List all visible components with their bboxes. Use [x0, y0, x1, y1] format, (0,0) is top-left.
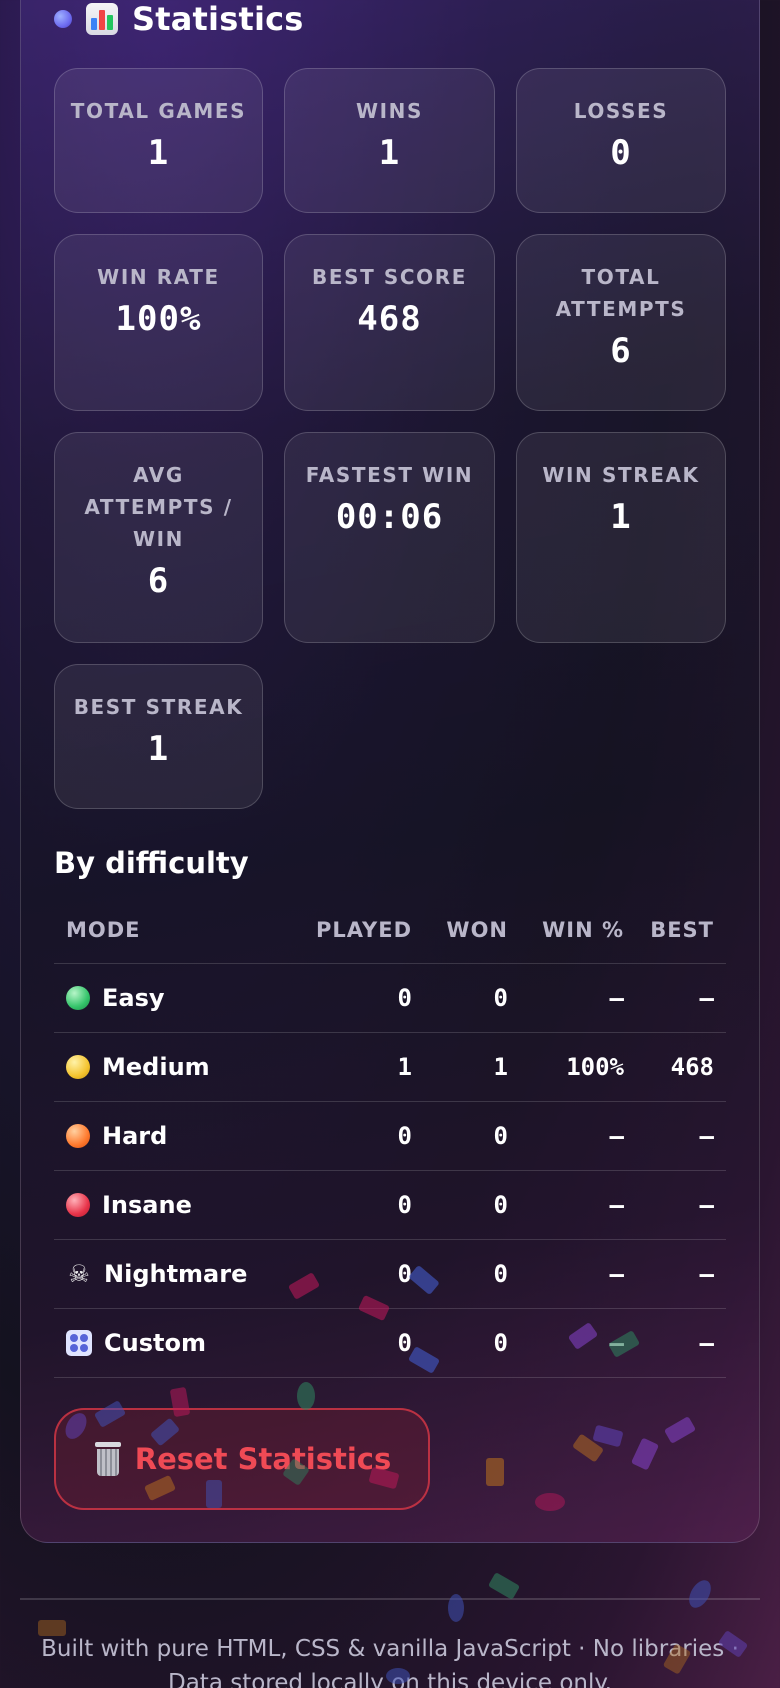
- statistics-header: Statistics: [54, 0, 304, 38]
- mode-cell: Medium: [54, 1053, 294, 1081]
- green-dot-icon: [66, 986, 90, 1010]
- table-row: Insane 0 0 — —: [54, 1171, 726, 1240]
- mode-cell: Easy: [54, 984, 294, 1012]
- stat-value: 6: [147, 561, 170, 601]
- win-rate-cell: —: [609, 1122, 624, 1150]
- column-header-mode: MODE: [66, 917, 141, 942]
- mode-cell: Hard: [54, 1122, 294, 1150]
- stat-label: BEST STREAK: [73, 695, 244, 719]
- stat-card-total-attempts: TOTAL ATTEMPTS 6: [516, 234, 726, 411]
- stat-label: WIN STREAK: [542, 463, 700, 487]
- won-cell: 0: [493, 1122, 508, 1150]
- orange-dot-icon: [66, 1124, 90, 1148]
- stat-value: 1: [610, 497, 632, 537]
- column-header-won: WON: [446, 917, 508, 942]
- win-rate-cell: —: [609, 1191, 624, 1219]
- stat-card-fastest-win: FASTEST WIN 00:06: [284, 432, 495, 643]
- table-row: ☠ Nightmare 0 0 — —: [54, 1240, 726, 1309]
- stat-label: TOTAL GAMES: [70, 99, 247, 123]
- footer-line: Built with pure HTML, CSS & vanilla Java…: [41, 1636, 739, 1662]
- stat-label: LOSSES: [573, 99, 669, 123]
- stat-value: 6: [610, 331, 632, 371]
- played-cell: 0: [397, 1191, 412, 1219]
- stat-label: WINS: [355, 99, 424, 123]
- mode-cell: Insane: [54, 1191, 294, 1219]
- stat-label: AVG ATTEMPTS / WIN: [84, 463, 233, 551]
- mode-label: Nightmare: [104, 1260, 248, 1288]
- won-cell: 1: [493, 1053, 508, 1081]
- played-cell: 1: [397, 1053, 412, 1081]
- best-cell: —: [699, 1260, 714, 1288]
- stat-card-best-score: BEST SCORE 468: [284, 234, 495, 411]
- stat-value: 100%: [115, 299, 202, 339]
- reset-statistics-button[interactable]: Reset Statistics: [54, 1408, 430, 1510]
- stat-card-total-games: TOTAL GAMES 1: [54, 68, 263, 213]
- stat-card-win-streak: WIN STREAK 1: [516, 432, 726, 643]
- reset-button-label: Reset Statistics: [134, 1442, 392, 1476]
- mode-label: Easy: [102, 984, 165, 1012]
- stat-card-best-streak: BEST STREAK 1: [54, 664, 263, 809]
- stat-label: FASTEST WIN: [305, 463, 474, 487]
- mode-label: Custom: [104, 1329, 206, 1357]
- footer-line: Data stored locally on this device only.: [168, 1670, 612, 1688]
- table-row: Custom 0 0 — —: [54, 1309, 726, 1378]
- difficulty-table: MODE PLAYED WON WIN % BEST Easy 0 0 — — …: [54, 896, 726, 1378]
- stat-card-wins: WINS 1: [284, 68, 495, 213]
- mode-label: Insane: [102, 1191, 192, 1219]
- column-header-win-rate: WIN %: [542, 917, 624, 942]
- stat-label: WIN RATE: [97, 265, 220, 289]
- win-rate-cell: —: [609, 1329, 624, 1357]
- mode-cell: ☠ Nightmare: [54, 1260, 294, 1288]
- stat-label: BEST SCORE: [311, 265, 468, 289]
- won-cell: 0: [493, 1191, 508, 1219]
- played-cell: 0: [397, 1122, 412, 1150]
- table-row: Medium 1 1 100% 468: [54, 1033, 726, 1102]
- played-cell: 0: [397, 984, 412, 1012]
- win-rate-cell: —: [609, 1260, 624, 1288]
- best-cell: —: [699, 984, 714, 1012]
- mode-label: Medium: [102, 1053, 210, 1081]
- section-dot-icon: [54, 10, 72, 28]
- red-dot-icon: [66, 1193, 90, 1217]
- stat-card-avg-attempts: AVG ATTEMPTS / WIN 6: [54, 432, 263, 643]
- stat-value: 1: [378, 133, 401, 173]
- stat-value: 0: [610, 133, 632, 173]
- best-cell: —: [699, 1191, 714, 1219]
- stat-value: 00:06: [335, 497, 444, 537]
- column-header-played: PLAYED: [316, 917, 412, 942]
- won-cell: 0: [493, 1260, 508, 1288]
- difficulty-heading: By difficulty: [54, 846, 249, 880]
- column-header-best: BEST: [650, 917, 714, 942]
- stat-card-losses: LOSSES 0: [516, 68, 726, 213]
- table-row: Hard 0 0 — —: [54, 1102, 726, 1171]
- won-cell: 0: [493, 1329, 508, 1357]
- stat-value: 1: [147, 133, 170, 173]
- stat-value: 468: [357, 299, 422, 339]
- trash-icon: [93, 1442, 123, 1476]
- stat-value: 1: [147, 729, 170, 769]
- win-rate-cell: —: [609, 984, 624, 1012]
- played-cell: 0: [397, 1329, 412, 1357]
- mode-label: Hard: [102, 1122, 168, 1150]
- skull-icon: ☠: [68, 1260, 90, 1288]
- stat-label: TOTAL ATTEMPTS: [555, 265, 687, 321]
- won-cell: 0: [493, 984, 508, 1012]
- footer-text: Built with pure HTML, CSS & vanilla Java…: [20, 1632, 760, 1688]
- footer-divider: [20, 1598, 760, 1600]
- mode-cell: Custom: [54, 1329, 294, 1357]
- best-cell: —: [699, 1329, 714, 1357]
- bar-chart-icon: [86, 3, 118, 35]
- table-header: MODE PLAYED WON WIN % BEST: [54, 896, 726, 964]
- best-cell: 468: [670, 1053, 714, 1081]
- yellow-dot-icon: [66, 1055, 90, 1079]
- played-cell: 0: [397, 1260, 412, 1288]
- table-row: Easy 0 0 — —: [54, 964, 726, 1033]
- stat-card-win-rate: WIN RATE 100%: [54, 234, 263, 411]
- win-rate-cell: 100%: [566, 1053, 624, 1081]
- best-cell: —: [699, 1122, 714, 1150]
- dice-icon: [66, 1330, 92, 1356]
- section-title: Statistics: [132, 0, 304, 38]
